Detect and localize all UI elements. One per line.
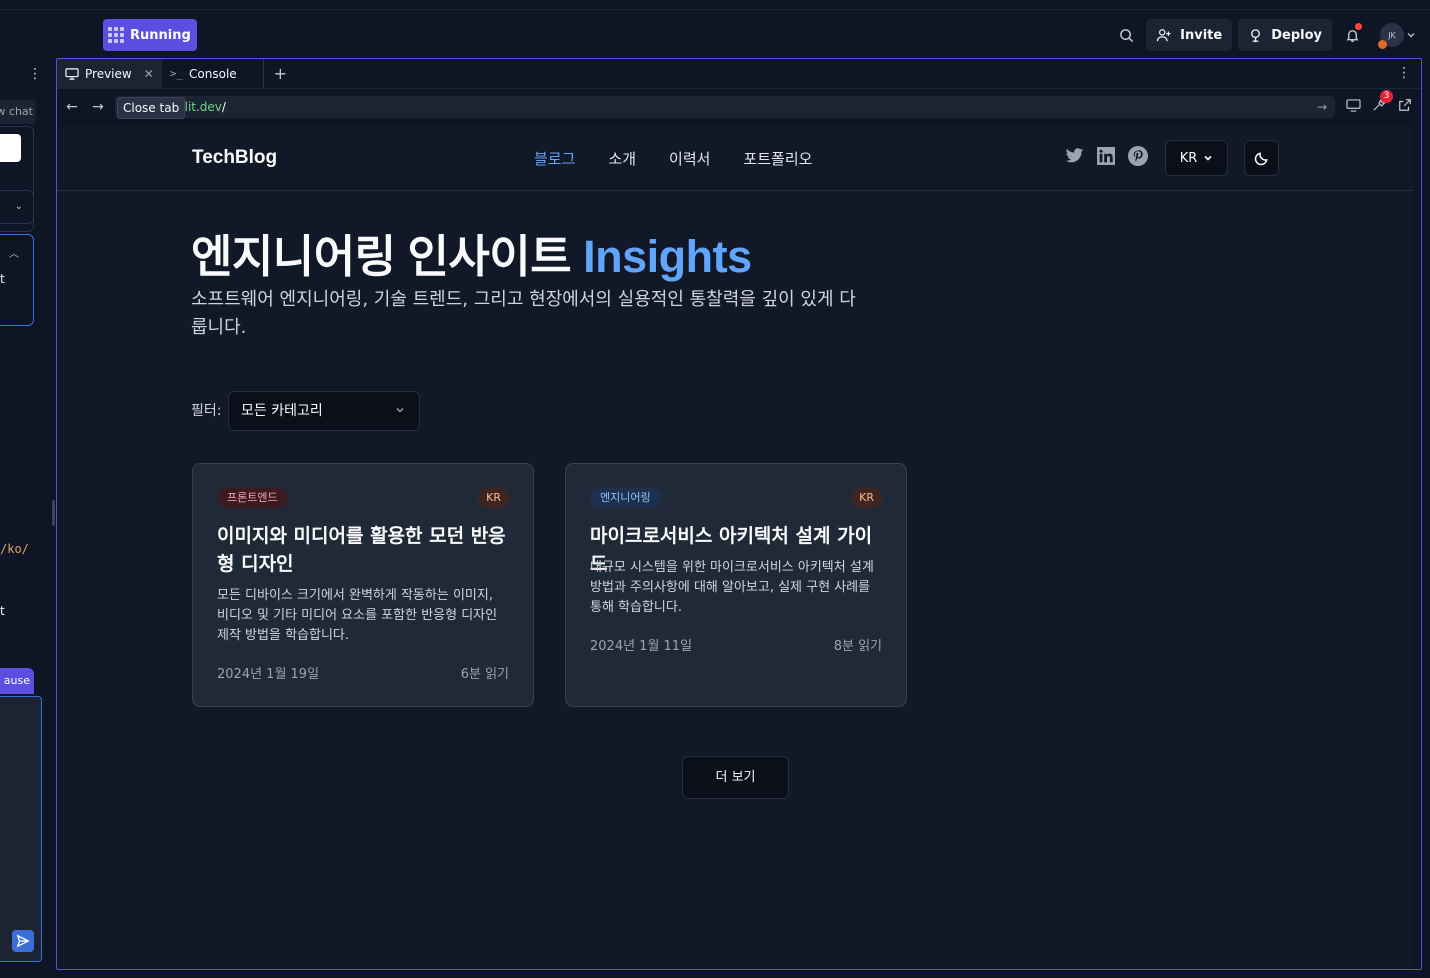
account-menu[interactable]: JK	[1378, 23, 1416, 49]
url-input[interactable]: plit.dev/ →	[115, 96, 1335, 118]
pane-resize-handle[interactable]	[52, 500, 55, 526]
preview-scroll-edge	[1413, 126, 1421, 969]
filter-value: 모든 카테고리	[241, 403, 323, 419]
pinterest-icon[interactable]	[1128, 146, 1148, 166]
chevron-down-icon	[395, 392, 405, 430]
post-card[interactable]: 프론트엔드 KR 이미지와 미디어를 활용한 모던 반응형 디자인 모든 디바이…	[192, 463, 534, 707]
invite-button[interactable]: Invite	[1146, 19, 1233, 51]
moon-icon	[1254, 151, 1268, 165]
site-logo[interactable]: TechBlog	[192, 147, 277, 169]
deploy-label: Deploy	[1271, 27, 1322, 43]
filter-label: 필터:	[191, 403, 222, 419]
invite-label: Invite	[1180, 27, 1223, 43]
post-date: 2024년 1월 11일	[590, 639, 693, 654]
pause-button[interactable]: ause	[0, 668, 34, 694]
language-select[interactable]: KR	[1165, 140, 1228, 176]
site-nav: 블로그 소개 이력서 포트폴리오	[534, 148, 812, 169]
chevron-down-icon	[1204, 155, 1212, 161]
post-read-time: 6분 읽기	[460, 667, 509, 682]
tab-console[interactable]: >_ Console	[162, 59, 245, 89]
theme-toggle-button[interactable]	[1244, 140, 1279, 176]
nav-item-resume[interactable]: 이력서	[669, 148, 710, 169]
search-icon[interactable]	[1112, 21, 1140, 49]
site-preview: TechBlog 블로그 소개 이력서 포트폴리오 KR 엔지니어링 인사이트 …	[57, 126, 1421, 969]
pane-kebab-icon[interactable]: ⋮	[1397, 65, 1411, 81]
avatar-initials: JK	[1388, 30, 1396, 40]
left-panel-thumbnail	[0, 134, 21, 162]
avatar-badge	[1378, 40, 1387, 49]
nav-item-portfolio[interactable]: 포트폴리오	[743, 148, 812, 169]
deploy-button[interactable]: Deploy	[1238, 19, 1332, 51]
running-label: Running	[130, 27, 191, 43]
terminal-icon: >_	[169, 67, 184, 80]
go-arrow-icon[interactable]: →	[1317, 96, 1327, 118]
tab-preview-label: Preview	[85, 66, 132, 81]
post-description: 모든 디바이스 크기에서 완벽하게 작동하는 이미지, 비디오 및 기타 미디어…	[217, 588, 498, 643]
chevron-down-icon	[1407, 33, 1415, 38]
devtools-wrench-icon[interactable]: 3	[1371, 90, 1393, 113]
avatar: JK	[1378, 23, 1404, 49]
url-bar: ← → plit.dev/ → Close tab 3	[57, 89, 1421, 125]
url-tools: 3	[1345, 90, 1413, 113]
forward-arrow-icon[interactable]: →	[85, 99, 111, 115]
site-header: TechBlog 블로그 소개 이력서 포트폴리오 KR	[57, 126, 1413, 191]
post-read-time: 8분 읽기	[833, 639, 882, 654]
pane-tabs: Preview ✕ >_ Console + ⋮	[57, 59, 1421, 89]
preview-pane: Preview ✕ >_ Console + ⋮ ← → plit.dev/ →…	[56, 58, 1422, 970]
post-date: 2024년 1월 19일	[217, 667, 320, 682]
left-panel-text-1: t	[0, 272, 5, 286]
linkedin-icon[interactable]	[1096, 146, 1116, 166]
kebab-menu-icon[interactable]: ⋮	[28, 66, 42, 82]
monitor-icon	[65, 67, 79, 80]
url-path: /	[221, 100, 226, 114]
window-top-strip	[0, 0, 1430, 10]
left-panel-active-card[interactable]: ︿	[0, 234, 34, 326]
category-filter-select[interactable]: 모든 카테고리	[228, 391, 420, 431]
notification-dot	[1355, 23, 1362, 30]
language-badge: KR	[478, 488, 509, 508]
devices-icon[interactable]	[1345, 97, 1361, 113]
tab-preview[interactable]: Preview ✕	[57, 59, 162, 89]
hero-title-accent: Insights	[583, 231, 752, 282]
notifications-bell-icon[interactable]	[1338, 21, 1366, 49]
hero-title-text: 엔지니어링 인사이트	[191, 231, 584, 282]
language-label: KR	[1179, 150, 1198, 166]
nav-item-about[interactable]: 소개	[608, 148, 636, 169]
left-panel-path: /ko/	[0, 542, 29, 556]
left-panel-dropdown[interactable]: ⌄	[0, 190, 34, 224]
chevron-up-icon: ︿	[9, 249, 19, 260]
tab-console-label: Console	[189, 66, 237, 81]
post-description: 대규모 시스템을 위한 마이크로서비스 아키텍처 설계 방법과 주의사항에 대해…	[590, 560, 874, 615]
post-title[interactable]: 이미지와 미디어를 활용한 모던 반응형 디자인	[217, 522, 509, 578]
new-chat-button[interactable]: w chat	[0, 100, 36, 124]
left-panel-text-2: t	[0, 604, 5, 618]
language-badge: KR	[851, 488, 882, 508]
back-arrow-icon[interactable]: ←	[59, 99, 85, 115]
top-bar: Running Invite Deploy JK	[0, 10, 1430, 58]
chat-input[interactable]	[0, 696, 42, 962]
load-more-button[interactable]: 더 보기	[682, 756, 789, 799]
deploy-icon	[1251, 28, 1261, 42]
nav-item-blog[interactable]: 블로그	[534, 148, 575, 169]
run-grid-icon	[108, 27, 124, 43]
close-tab-tooltip: Close tab	[117, 97, 186, 119]
send-icon	[16, 934, 30, 948]
open-external-icon[interactable]	[1397, 97, 1413, 113]
add-tab-icon[interactable]: +	[264, 64, 297, 83]
left-panel: ⋮ w chat ⌄ ︿ t /ko/ t ause	[0, 58, 52, 978]
social-links	[1064, 146, 1148, 166]
top-bar-actions: Invite Deploy JK	[1112, 19, 1416, 51]
close-tab-icon[interactable]: ✕	[144, 67, 154, 81]
post-card[interactable]: 엔지니어링 KR 마이크로서비스 아키텍처 설계 가이드 대규모 시스템을 위한…	[565, 463, 907, 707]
running-button[interactable]: Running	[103, 19, 197, 51]
category-badge: 프론트엔드	[217, 488, 288, 508]
hero-title: 엔지니어링 인사이트 Insights	[191, 220, 752, 285]
send-button[interactable]	[12, 930, 34, 952]
add-user-icon	[1156, 29, 1171, 42]
devtools-count-badge: 3	[1380, 90, 1393, 103]
category-badge: 엔지니어링	[590, 488, 661, 508]
hero-subtitle: 소프트웨어 엔지니어링, 기술 트렌드, 그리고 현장에서의 실용적인 통찰력을…	[191, 289, 856, 338]
twitter-icon[interactable]	[1064, 146, 1084, 166]
